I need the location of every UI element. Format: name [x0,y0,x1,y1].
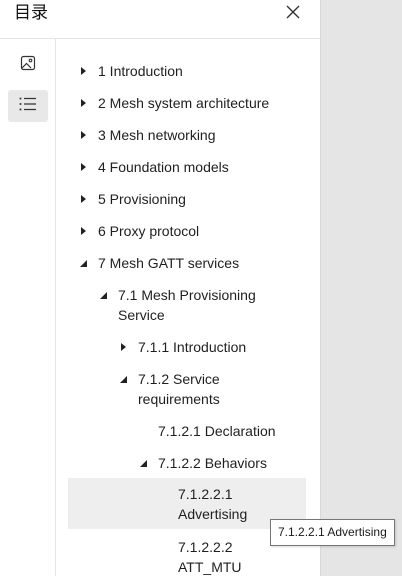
panel-header: 目录 [0,0,320,39]
toc-item-label: 4 Foundation models [98,159,229,175]
toc-item-behaviors[interactable]: 7.1.2.2 Behaviors [68,452,306,474]
toc-item-proxy-protocol[interactable]: 6 Proxy protocol [68,220,306,242]
tooltip: 7.1.2.2.1 Advertising [270,519,395,546]
toc-item-label: 7.1 Mesh Provisioning Service [118,287,256,323]
side-rail [0,39,56,576]
chevron-down-icon [78,258,88,268]
toc-item-mesh-system-architecture[interactable]: 2 Mesh system architecture [68,92,306,114]
toc-item-label: 7.1.2 Service requirements [138,371,220,407]
chevron-right-icon [78,98,88,108]
toc-item-label: 7.1.2.2 Behaviors [158,455,267,471]
list-icon [19,97,37,116]
chevron-right-icon [78,226,88,236]
toc-item-mesh-gatt-services[interactable]: 7 Mesh GATT services [68,252,306,274]
toc-item-label: 3 Mesh networking [98,127,216,143]
toc-item-7-1-1-introduction[interactable]: 7.1.1 Introduction [68,336,306,358]
toc-item-introduction[interactable]: 1 Introduction [68,60,306,82]
toc-item-label: 7.1.2.1 Declaration [158,423,276,439]
toc-item-mesh-provisioning-service[interactable]: 7.1 Mesh Provisioning Service [68,284,306,326]
chevron-right-icon [78,130,88,140]
toc-panel: 目录 1 Introduction 2 Mesh system architec… [0,0,321,576]
image-view-button[interactable] [8,49,48,81]
chevron-right-icon [78,162,88,172]
toc-item-label: 7 Mesh GATT services [98,255,240,271]
chevron-right-icon [78,66,88,76]
toc-item-label: 2 Mesh system architecture [98,95,270,111]
toc-view-button[interactable] [8,90,48,122]
chevron-right-icon [118,342,128,352]
toc-item-label: 7.1.1 Introduction [138,339,247,355]
panel-title: 目录 [14,3,48,22]
toc-tree: 1 Introduction 2 Mesh system architectur… [56,39,320,576]
toc-item-declaration[interactable]: 7.1.2.1 Declaration [68,420,306,442]
toc-item-foundation-models[interactable]: 4 Foundation models [68,156,306,178]
toc-item-label: 6 Proxy protocol [98,223,200,239]
chevron-right-icon [78,194,88,204]
image-icon [20,55,36,76]
toc-item-mesh-networking[interactable]: 3 Mesh networking [68,124,306,146]
close-icon[interactable] [283,2,303,22]
toc-item-label: 7.1.2.2.1 Advertising [178,486,248,522]
chevron-down-icon [98,290,108,300]
toc-item-label: 7.1.2.2.2 ATT_MTU [178,539,242,575]
toc-item-label: 1 Introduction [98,63,183,79]
toc-item-provisioning[interactable]: 5 Provisioning [68,188,306,210]
toc-item-service-requirements[interactable]: 7.1.2 Service requirements [68,368,306,410]
toc-item-label: 5 Provisioning [98,191,186,207]
chevron-down-icon [118,374,128,384]
chevron-down-icon [138,458,148,468]
